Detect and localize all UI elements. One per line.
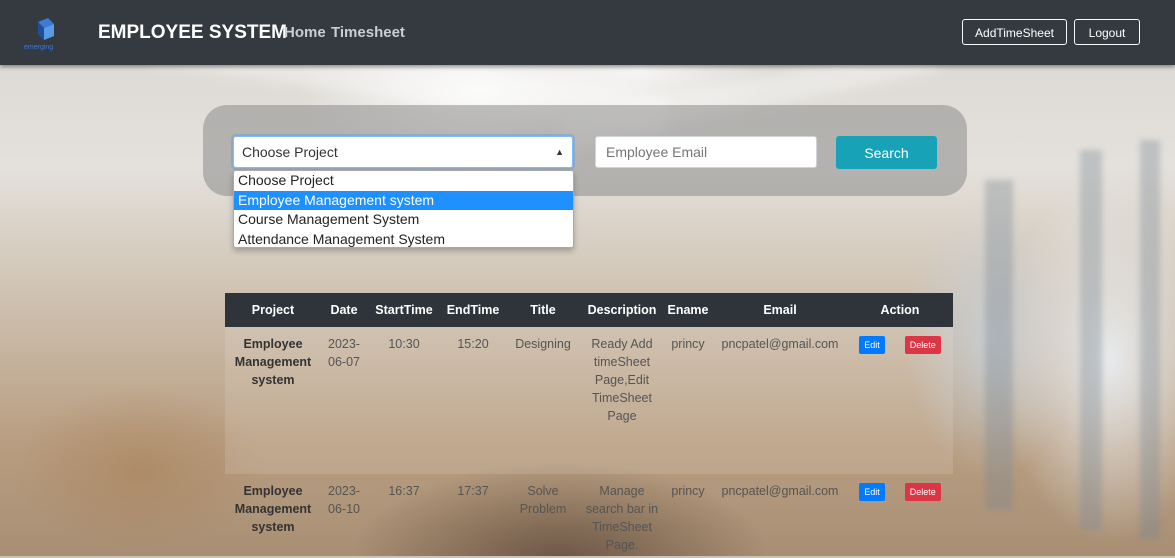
- column-header: Description: [581, 293, 663, 327]
- window-frame: [1080, 150, 1102, 530]
- cell-start-time: 16:37: [388, 484, 420, 498]
- dropdown-option-highlighted[interactable]: Employee Management system: [234, 190, 573, 210]
- cell-end-time: 17:37: [457, 484, 489, 498]
- cell-project: Employee Management system: [234, 337, 312, 387]
- cell-date: 2023-06-07: [328, 337, 360, 369]
- edit-button[interactable]: Edit: [859, 483, 885, 501]
- svg-text:emerging: emerging: [24, 44, 53, 51]
- dropdown-option[interactable]: Course Management System: [234, 210, 573, 230]
- column-header: Project: [225, 293, 321, 327]
- column-header: Email: [713, 293, 847, 327]
- timesheet-table: Project Date StartTime EndTime Title Des…: [225, 293, 953, 558]
- edit-button[interactable]: Edit: [859, 336, 885, 354]
- cell-email: pncpatel@gmail.com: [721, 337, 839, 351]
- column-header: Date: [321, 293, 367, 327]
- cell-project: Employee Management system: [234, 484, 312, 534]
- cell-date: 2023-06-10: [328, 484, 360, 516]
- column-header: StartTime: [367, 293, 441, 327]
- employee-email-input[interactable]: [595, 136, 817, 168]
- cell-action: Edit Delete: [847, 474, 953, 558]
- delete-button[interactable]: Delete: [904, 336, 941, 354]
- navbar: emerging EMPLOYEE SYSTEM Home Timesheet …: [0, 0, 1175, 65]
- column-header: Ename: [663, 293, 713, 327]
- nav-timesheet-link[interactable]: Timesheet: [331, 24, 405, 41]
- cell-description: Manage search bar in TimeSheet Page.: [585, 484, 659, 552]
- nav-home-link[interactable]: Home: [284, 24, 326, 41]
- cell-title: Solve Problem: [519, 484, 567, 516]
- cell-action: Edit Delete: [847, 327, 953, 474]
- cell-ename: princy: [671, 484, 705, 498]
- cell-start-time: 10:30: [388, 337, 420, 351]
- cell-description: Ready Add timeSheet Page,Edit TimeSheet …: [591, 337, 653, 423]
- table-header-row: Project Date StartTime EndTime Title Des…: [225, 293, 953, 327]
- window-frame: [1140, 140, 1160, 540]
- cell-end-time: 15:20: [457, 337, 489, 351]
- column-header: Action: [847, 293, 953, 327]
- window-frame: [985, 180, 1013, 510]
- project-select-value: Choose Project: [242, 144, 338, 160]
- company-logo[interactable]: emerging: [22, 18, 66, 52]
- cell-title: Designing: [515, 337, 571, 351]
- dropdown-option[interactable]: Choose Project: [234, 171, 573, 191]
- project-dropdown: Choose Project Employee Management syste…: [233, 170, 574, 248]
- cell-email: pncpatel@gmail.com: [721, 484, 839, 498]
- table-row: Employee Management system 2023-06-10 16…: [225, 474, 953, 558]
- select-arrows-icon: ▲: [555, 147, 564, 157]
- dropdown-option[interactable]: Attendance Management System: [234, 230, 573, 248]
- delete-button[interactable]: Delete: [904, 483, 941, 501]
- cell-ename: princy: [671, 337, 705, 351]
- add-timesheet-button[interactable]: AddTimeSheet: [962, 19, 1067, 45]
- logout-button[interactable]: Logout: [1074, 19, 1140, 45]
- table-row: Employee Management system 2023-06-07 10…: [225, 327, 953, 474]
- column-header: Title: [505, 293, 581, 327]
- brand-title[interactable]: EMPLOYEE SYSTEM: [98, 22, 287, 44]
- search-button[interactable]: Search: [836, 136, 937, 169]
- project-select[interactable]: Choose Project ▲: [233, 136, 573, 168]
- column-header: EndTime: [441, 293, 505, 327]
